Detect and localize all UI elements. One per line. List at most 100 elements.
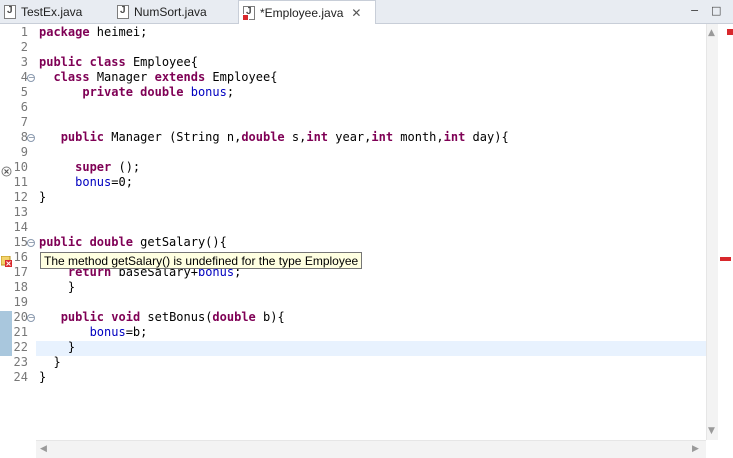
horizontal-scrollbar[interactable]: ◀ ▶ [36, 440, 706, 458]
error-summary-marker[interactable] [727, 29, 733, 35]
quickfix-error-icon[interactable] [0, 252, 12, 267]
code-line[interactable]: public double getSalary(){ [39, 235, 227, 250]
line-number-text: 10 [13, 160, 28, 174]
fold-toggle-icon[interactable]: − [27, 74, 35, 82]
java-file-error-icon [242, 5, 255, 21]
field-token: bonus [190, 85, 227, 99]
fold-toggle-icon[interactable]: − [27, 134, 35, 142]
field-token: bonus [89, 325, 126, 339]
code-token: (); [118, 160, 141, 174]
line-number-text: 22 [13, 340, 28, 354]
keyword-token: public [60, 310, 112, 324]
close-icon[interactable]: ✕ [351, 6, 361, 20]
code-token: heimei; [96, 25, 148, 39]
line-number-text: 2 [20, 40, 28, 54]
code-token: year, [335, 130, 372, 144]
code-token: month, [400, 130, 444, 144]
code-token: s, [291, 130, 307, 144]
overview-ruler[interactable] [718, 24, 733, 457]
line-number-text: 17 [13, 265, 28, 279]
keyword-token: extends [154, 70, 213, 84]
keyword-token: double [212, 310, 263, 324]
scroll-up-arrow[interactable]: ▲ [708, 28, 715, 38]
line-number-text: 9 [20, 145, 28, 159]
line-number: 12 [0, 190, 36, 205]
code-line[interactable]: } [39, 190, 46, 205]
line-number: 23 [0, 355, 36, 370]
java-file-icon [4, 4, 16, 19]
keyword-token: package [39, 25, 97, 39]
tab-employee[interactable]: *Employee.java ✕ [238, 0, 376, 24]
code-line[interactable]: public Manager (String n,double s,int ye… [39, 130, 509, 145]
line-number-text: 21 [13, 325, 28, 339]
code-line[interactable]: public class Employee{ [39, 55, 198, 70]
line-number: 7 [0, 115, 36, 130]
code-line[interactable]: } [39, 370, 46, 385]
error-tooltip: The method getSalary() is undefined for … [40, 252, 363, 269]
line-number-text: 14 [13, 220, 28, 234]
line-number-text: 3 [20, 55, 28, 69]
minimize-button[interactable]: − [690, 4, 699, 17]
error-circle-icon[interactable] [1, 162, 12, 177]
line-number: 3 [0, 55, 36, 70]
line-number: 18 [0, 280, 36, 295]
keyword-token: double [140, 85, 191, 99]
scroll-down-arrow[interactable]: ▼ [708, 426, 715, 436]
code-line[interactable]: super (); [39, 160, 140, 175]
field-token: bonus [75, 175, 112, 189]
keyword-token: private [82, 85, 141, 99]
code-line[interactable]: public void setBonus(double b){ [39, 310, 285, 325]
code-token: Manager (String n, [111, 130, 242, 144]
line-number-text: 20 [13, 310, 28, 324]
scroll-left-arrow[interactable]: ◀ [40, 444, 47, 454]
tab-label: NumSort.java [134, 4, 207, 19]
code-token: } [39, 190, 47, 204]
code-line[interactable]: } [39, 355, 61, 370]
code-token: setBonus( [147, 310, 213, 324]
tab-testex[interactable]: TestEx.java [0, 0, 112, 23]
line-number: 9 [0, 145, 36, 160]
keyword-token: class [53, 70, 97, 84]
line-number: 21 [0, 325, 36, 340]
keyword-token: int [443, 130, 473, 144]
line-number: 6 [0, 100, 36, 115]
line-number: 24 [0, 370, 36, 385]
maximize-button[interactable]: □ [711, 4, 721, 17]
tab-label: *Employee.java [260, 5, 344, 20]
tab-numsort[interactable]: NumSort.java [113, 0, 237, 23]
code-line[interactable]: class Manager extends Employee{ [39, 70, 277, 85]
code-line[interactable]: } [39, 280, 75, 295]
code-token: b){ [263, 310, 285, 324]
error-overview-marker[interactable] [720, 257, 731, 261]
code-line[interactable]: } [39, 340, 75, 355]
code-token: Manager [96, 70, 155, 84]
code-token: } [39, 370, 47, 384]
code-line[interactable]: package heimei; [39, 25, 147, 40]
line-number-text: 6 [20, 100, 28, 114]
keyword-token: class [89, 55, 133, 69]
scroll-right-arrow[interactable]: ▶ [692, 444, 699, 454]
keyword-token: double [89, 235, 141, 249]
fold-toggle-icon[interactable]: − [27, 314, 35, 322]
code-token: =b; [125, 325, 148, 339]
line-number-text: 1 [20, 25, 28, 39]
java-file-icon [117, 4, 129, 19]
code-token: } [39, 280, 76, 294]
line-number-text: 7 [20, 115, 28, 129]
code-line[interactable]: bonus=b; [39, 325, 148, 340]
line-number-text: 11 [13, 175, 28, 189]
line-number-text: 18 [13, 280, 28, 294]
code-line[interactable]: bonus=0; [39, 175, 133, 190]
code-token: } [39, 355, 61, 369]
fold-toggle-icon[interactable]: − [27, 239, 35, 247]
code-token: getSalary(){ [140, 235, 227, 249]
line-number-text: 12 [13, 190, 28, 204]
line-number-text: 5 [20, 85, 28, 99]
code-line[interactable]: private double bonus; [39, 85, 234, 100]
